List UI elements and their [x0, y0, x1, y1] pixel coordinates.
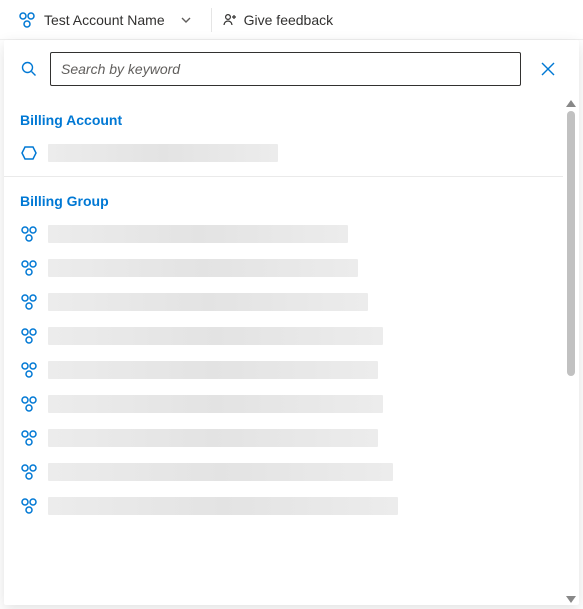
- billing-group-icon: [20, 293, 38, 311]
- billing-group-item[interactable]: [4, 455, 563, 489]
- scrollbar[interactable]: [563, 98, 579, 605]
- results-scroll[interactable]: Billing Account Billing Group: [4, 98, 563, 605]
- top-bar: Test Account Name Give feedback: [0, 0, 583, 40]
- billing-group-icon: [20, 395, 38, 413]
- billing-group-item[interactable]: [4, 251, 563, 285]
- billing-group-icon: [20, 259, 38, 277]
- chevron-down-icon: [179, 13, 193, 27]
- billing-group-item[interactable]: [4, 387, 563, 421]
- billing-group-item[interactable]: [4, 217, 563, 251]
- redacted-text: [48, 463, 393, 481]
- billing-group-item[interactable]: [4, 353, 563, 387]
- redacted-text: [48, 225, 348, 243]
- billing-group-icon: [20, 361, 38, 379]
- search-field-wrapper[interactable]: [50, 52, 521, 86]
- billing-group-icon: [18, 11, 36, 29]
- account-dropdown-panel: Billing Account Billing Group: [4, 40, 579, 605]
- scroll-down-arrow[interactable]: [566, 596, 576, 603]
- billing-account-item[interactable]: [4, 136, 563, 170]
- close-icon: [539, 60, 557, 78]
- billing-group-icon: [20, 225, 38, 243]
- section-divider: [4, 176, 563, 177]
- redacted-text: [48, 293, 368, 311]
- hexagon-icon: [20, 144, 38, 162]
- clear-search-button[interactable]: [531, 52, 565, 86]
- section-header-billing-account: Billing Account: [4, 102, 563, 136]
- redacted-text: [48, 259, 358, 277]
- billing-group-icon: [20, 429, 38, 447]
- give-feedback-button[interactable]: Give feedback: [211, 8, 344, 32]
- account-selector[interactable]: Test Account Name: [12, 7, 199, 33]
- redacted-text: [48, 144, 278, 162]
- billing-group-icon: [20, 497, 38, 515]
- billing-group-item[interactable]: [4, 489, 563, 523]
- results-container: Billing Account Billing Group: [4, 98, 579, 605]
- scroll-thumb[interactable]: [567, 111, 575, 376]
- feedback-label: Give feedback: [244, 12, 334, 28]
- redacted-text: [48, 361, 378, 379]
- feedback-icon: [222, 12, 238, 28]
- section-header-billing-group: Billing Group: [4, 183, 563, 217]
- account-label: Test Account Name: [44, 12, 165, 28]
- search-row: [4, 40, 579, 98]
- redacted-text: [48, 327, 383, 345]
- scroll-up-arrow[interactable]: [566, 100, 576, 107]
- billing-group-icon: [20, 327, 38, 345]
- billing-group-icon: [20, 463, 38, 481]
- billing-group-item[interactable]: [4, 285, 563, 319]
- scroll-track[interactable]: [567, 111, 575, 592]
- redacted-text: [48, 497, 398, 515]
- redacted-text: [48, 429, 378, 447]
- search-icon: [18, 60, 40, 78]
- billing-group-item[interactable]: [4, 421, 563, 455]
- search-input[interactable]: [61, 61, 510, 77]
- redacted-text: [48, 395, 383, 413]
- billing-group-item[interactable]: [4, 319, 563, 353]
